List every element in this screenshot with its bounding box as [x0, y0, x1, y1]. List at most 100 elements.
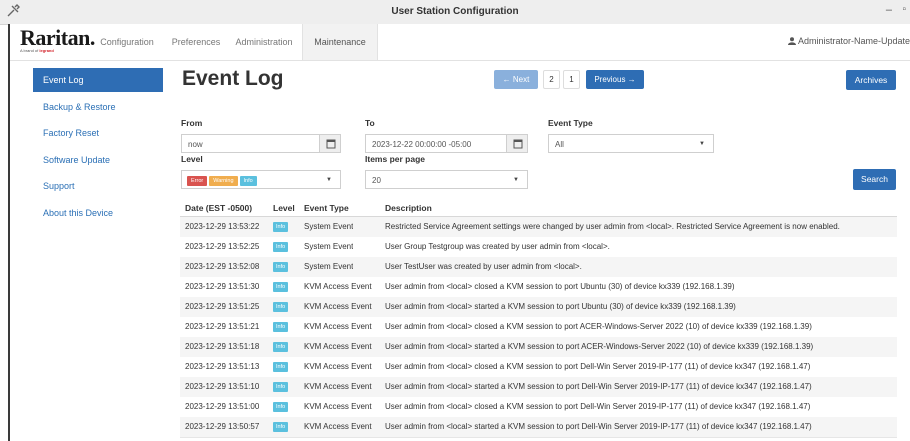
items-per-page-label: Items per page: [365, 154, 425, 164]
cell-date: 2023-12-29 13:53:22: [185, 222, 260, 231]
tab-administration[interactable]: Administration: [226, 24, 302, 60]
window-title: User Station Configuration: [391, 6, 519, 17]
table-row[interactable]: 2023-12-29 13:51:25 Info KVM Access Event U…: [180, 297, 897, 318]
cell-event-type: System Event: [304, 222, 354, 231]
cell-event-type: System Event: [304, 262, 354, 271]
level-select[interactable]: Error Warning Info ▼: [181, 170, 341, 189]
cell-date: 2023-12-29 13:50:57: [185, 422, 260, 431]
tab-maintenance[interactable]: Maintenance: [302, 24, 378, 60]
cell-date: 2023-12-29 13:52:08: [185, 262, 260, 271]
cell-description: User admin from <local> closed a KVM ses…: [385, 282, 735, 291]
table-row[interactable]: 2023-12-29 13:51:13 Info KVM Access Event U…: [180, 357, 897, 378]
cell-date: 2023-12-29 13:51:10: [185, 382, 260, 391]
cell-description: User admin from <local> started a KVM se…: [385, 302, 736, 311]
table-row[interactable]: 2023-12-29 13:50:57 Info KVM Access Event U…: [180, 417, 897, 438]
sidebar: Event Log Backup & Restore Factory Reset…: [33, 68, 163, 227]
table-row[interactable]: 2023-12-29 13:51:00 Info KVM Access Event U…: [180, 397, 897, 418]
level-badge-info: Info: [273, 262, 289, 272]
user-icon: [787, 37, 796, 45]
header-level[interactable]: Level: [273, 203, 295, 213]
sidebar-item-about[interactable]: About this Device: [33, 201, 163, 225]
cell-description: User admin from <local> closed a KVM ses…: [385, 322, 812, 331]
items-per-page-select[interactable]: 20 ▼: [365, 170, 528, 189]
search-button[interactable]: Search: [853, 169, 896, 190]
cell-event-type: KVM Access Event: [304, 322, 372, 331]
cell-description: User TestUser was created by user admin …: [385, 262, 582, 271]
sidebar-item-backup-restore[interactable]: Backup & Restore: [33, 95, 163, 119]
cell-date: 2023-12-29 13:51:21: [185, 322, 260, 331]
cell-description: Restricted Service Agreement settings we…: [385, 222, 840, 231]
user-menu[interactable]: Administrator-Name-Update: [787, 36, 910, 46]
cell-event-type: KVM Access Event: [304, 362, 372, 371]
level-tag-info[interactable]: Info: [239, 175, 257, 186]
header-date[interactable]: Date (EST -0500): [185, 203, 252, 213]
table-row[interactable]: 2023-12-29 13:51:10 Info KVM Access Event U…: [180, 377, 897, 398]
level-badge-info: Info: [273, 342, 289, 352]
header-event-type[interactable]: Event Type: [304, 203, 349, 213]
calendar-icon: [326, 139, 336, 149]
cell-event-type: KVM Access Event: [304, 402, 372, 411]
sidebar-item-event-log[interactable]: Event Log: [33, 68, 163, 92]
level-badge-info: Info: [273, 302, 289, 312]
user-name: Administrator-Name-Update: [797, 36, 910, 46]
top-navigation: Raritan. A brand of legrand Configuratio…: [10, 24, 910, 61]
level-badge-info: Info: [273, 422, 289, 432]
tab-preferences[interactable]: Preferences: [166, 24, 226, 60]
cell-event-type: KVM Access Event: [304, 422, 372, 431]
brand-name: Raritan.: [20, 25, 95, 50]
minimize-button[interactable]: –: [886, 4, 892, 16]
table-header: Date (EST -0500) Level Event Type Descri…: [180, 200, 897, 217]
maximize-button[interactable]: ▫: [902, 4, 906, 15]
sidebar-item-factory-reset[interactable]: Factory Reset: [33, 121, 163, 145]
level-badge-info: Info: [273, 382, 289, 392]
event-type-value: All: [555, 140, 564, 149]
pager-page-2[interactable]: 2: [543, 70, 560, 89]
level-badge-info: Info: [273, 282, 289, 292]
to-calendar-button[interactable]: [506, 134, 528, 153]
level-tag-warning[interactable]: Warning: [209, 175, 238, 186]
calendar-icon: [513, 139, 523, 149]
brand-tagline-brand: legrand: [39, 48, 54, 53]
from-input[interactable]: now: [181, 134, 341, 153]
event-type-select[interactable]: All ▼: [548, 134, 714, 153]
pager-previous-button[interactable]: Previous →: [586, 70, 644, 89]
cell-date: 2023-12-29 13:51:18: [185, 342, 260, 351]
header-description[interactable]: Description: [385, 203, 432, 213]
level-label: Level: [181, 154, 203, 164]
brand-tagline-prefix: A brand of: [20, 48, 39, 53]
level-badge-info: Info: [273, 222, 289, 232]
cell-date: 2023-12-29 13:52:25: [185, 242, 260, 251]
sidebar-item-support[interactable]: Support: [33, 174, 163, 198]
archives-button[interactable]: Archives: [846, 70, 896, 90]
from-value: now: [188, 140, 203, 149]
sidebar-item-software-update[interactable]: Software Update: [33, 148, 163, 172]
cell-date: 2023-12-29 13:51:30: [185, 282, 260, 291]
page-title: Event Log: [182, 67, 284, 90]
table-row[interactable]: 2023-12-29 13:51:18 Info KVM Access Event U…: [180, 337, 897, 358]
event-type-label: Event Type: [548, 118, 593, 128]
window-left-border: [8, 24, 10, 441]
raritan-logo: Raritan. A brand of legrand: [20, 25, 95, 60]
table-row[interactable]: 2023-12-29 13:52:25 Info System Event User …: [180, 237, 897, 258]
level-badge-info: Info: [273, 402, 289, 412]
cell-date: 2023-12-29 13:51:25: [185, 302, 260, 311]
table-row[interactable]: 2023-12-29 13:52:08 Info System Event User …: [180, 257, 897, 278]
cell-date: 2023-12-29 13:51:00: [185, 402, 260, 411]
cell-event-type: KVM Access Event: [304, 382, 372, 391]
to-input[interactable]: 2023-12-22 00:00:00 -05:00: [365, 134, 528, 153]
table-row[interactable]: 2023-12-29 13:53:22 Info System Event Restr…: [180, 217, 897, 238]
tab-configuration[interactable]: Configuration: [88, 24, 166, 60]
level-tag-error[interactable]: Error: [187, 175, 208, 186]
cell-description: User Group Testgroup was created by user…: [385, 242, 610, 251]
cell-description: User admin from <local> started a KVM se…: [385, 382, 812, 391]
table-row[interactable]: 2023-12-29 13:51:21 Info KVM Access Event U…: [180, 317, 897, 338]
items-per-page-value: 20: [372, 176, 381, 185]
pager-next-button[interactable]: ← Next: [494, 70, 538, 89]
from-calendar-button[interactable]: [319, 134, 341, 153]
cell-description: User admin from <local> started a KVM se…: [385, 422, 812, 431]
chevron-down-icon: ▼: [326, 177, 332, 183]
cell-date: 2023-12-29 13:51:13: [185, 362, 260, 371]
chevron-down-icon: ▼: [513, 177, 519, 183]
pager-page-1[interactable]: 1: [563, 70, 580, 89]
table-row[interactable]: 2023-12-29 13:51:30 Info KVM Access Event U…: [180, 277, 897, 298]
